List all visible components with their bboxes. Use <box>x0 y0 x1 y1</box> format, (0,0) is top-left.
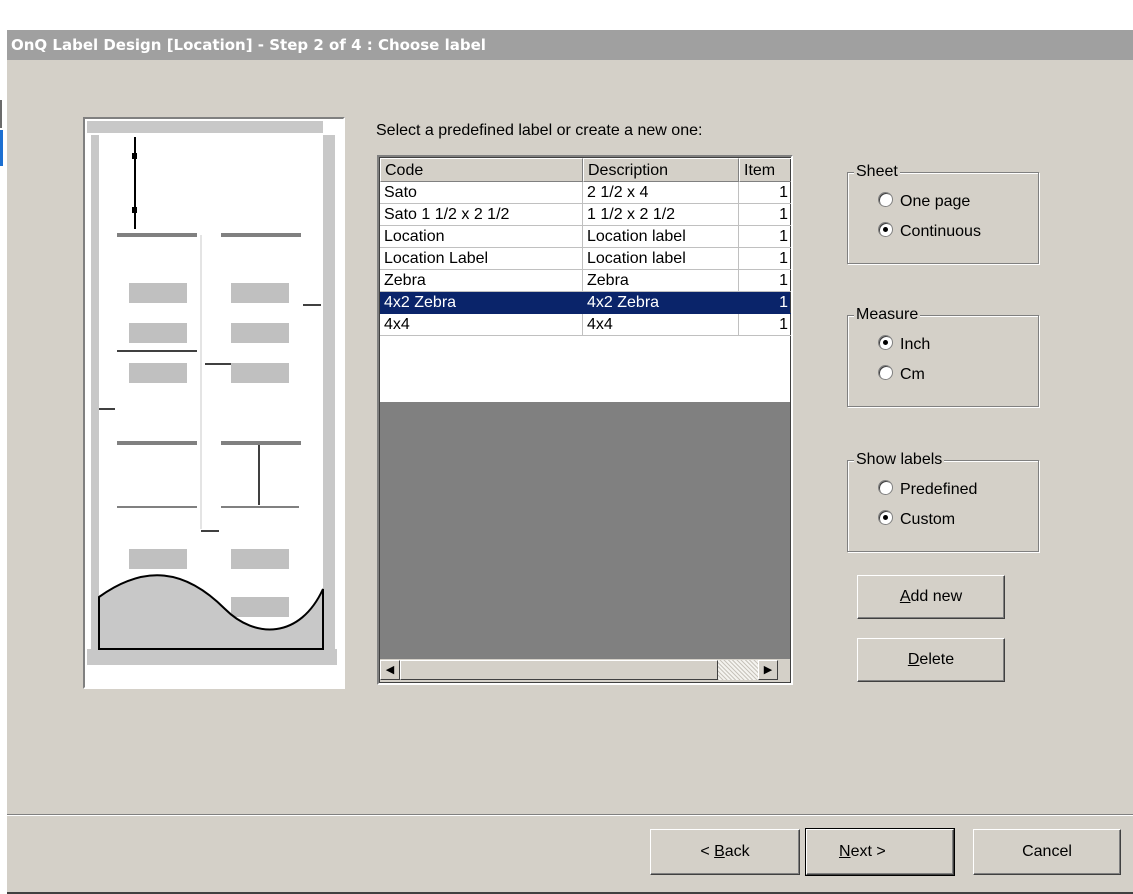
back-button[interactable]: < Back <box>650 829 800 875</box>
table-row[interactable]: Location Label Location label 1 <box>380 248 791 270</box>
radio-button-icon[interactable] <box>878 192 893 207</box>
labels-list[interactable]: Code Description Item Sato 2 1/2 x 4 1 S… <box>377 155 793 685</box>
label-preview-drawing <box>85 119 343 687</box>
cell-item: 1 <box>739 270 791 292</box>
cell-item: 1 <box>739 226 791 248</box>
label-layout-preview <box>83 117 345 689</box>
show-labels-legend: Show labels <box>854 450 945 470</box>
cell-item: 1 <box>739 204 791 226</box>
table-row[interactable]: 4x4 4x4 1 <box>380 314 791 336</box>
cell-item: 1 <box>739 182 791 204</box>
radio-continuous[interactable]: Continuous <box>878 221 981 243</box>
radio-button-selected-icon[interactable] <box>878 510 893 525</box>
cell-code: Sato <box>380 182 583 204</box>
cell-item: 1 <box>739 292 791 314</box>
cell-description: 2 1/2 x 4 <box>583 182 739 204</box>
column-header-code[interactable]: Code <box>380 158 583 182</box>
cell-description: 4x4 <box>583 314 739 336</box>
column-header-description[interactable]: Description <box>583 158 739 182</box>
measure-group: Measure Inch Cm <box>847 305 1039 407</box>
scroll-left-arrow-icon[interactable]: ◀ <box>380 660 400 680</box>
measure-legend: Measure <box>854 305 921 325</box>
next-button[interactable]: Next > <box>805 828 955 876</box>
cell-code: 4x4 <box>380 314 583 336</box>
cancel-button[interactable]: Cancel <box>973 829 1121 875</box>
radio-inch[interactable]: Inch <box>878 334 930 356</box>
cell-code: Zebra <box>380 270 583 292</box>
radio-cm[interactable]: Cm <box>878 364 925 386</box>
show-labels-group: Show labels Predefined Custom <box>847 450 1039 552</box>
cell-item: 1 <box>739 248 791 270</box>
cell-description: Zebra <box>583 270 739 292</box>
radio-button-selected-icon[interactable] <box>878 222 893 237</box>
cell-code: Location Label <box>380 248 583 270</box>
sheet-legend: Sheet <box>854 162 900 182</box>
cell-code: 4x2 Zebra <box>380 292 583 314</box>
cell-code: Sato 1 1/2 x 2 1/2 <box>380 204 583 226</box>
list-header: Code Description Item <box>380 158 791 182</box>
scroll-track[interactable] <box>718 660 758 680</box>
add-new-button[interactable]: Add new <box>857 575 1005 619</box>
title-bar[interactable]: OnQ Label Design [Location] - Step 2 of … <box>7 30 1133 60</box>
column-header-item[interactable]: Item <box>739 158 791 182</box>
radio-custom[interactable]: Custom <box>878 509 955 531</box>
footer-divider <box>7 814 1133 816</box>
prompt-text: Select a predefined label or create a ne… <box>376 122 703 139</box>
table-row-selected[interactable]: 4x2 Zebra 4x2 Zebra 1 <box>380 292 791 314</box>
delete-button[interactable]: Delete <box>857 638 1005 682</box>
radio-predefined[interactable]: Predefined <box>878 479 977 501</box>
list-body: Sato 2 1/2 x 4 1 Sato 1 1/2 x 2 1/2 1 1/… <box>380 182 791 402</box>
table-row[interactable]: Location Location label 1 <box>380 226 791 248</box>
radio-one-page[interactable]: One page <box>878 191 970 213</box>
radio-button-icon[interactable] <box>878 365 893 380</box>
background-window-strip <box>0 60 7 894</box>
table-row[interactable]: Sato 1 1/2 x 2 1/2 1 1/2 x 2 1/2 1 <box>380 204 791 226</box>
table-row[interactable]: Sato 2 1/2 x 4 1 <box>380 182 791 204</box>
cell-description: Location label <box>583 226 739 248</box>
table-row[interactable]: Zebra Zebra 1 <box>380 270 791 292</box>
cell-code: Location <box>380 226 583 248</box>
scroll-thumb[interactable] <box>400 660 718 680</box>
cell-item: 1 <box>739 314 791 336</box>
dialog-window: OnQ Label Design [Location] - Step 2 of … <box>7 30 1133 894</box>
scroll-right-arrow-icon[interactable]: ▶ <box>758 660 778 680</box>
cell-description: 1 1/2 x 2 1/2 <box>583 204 739 226</box>
sheet-group: Sheet One page Continuous <box>847 162 1039 264</box>
horizontal-scrollbar[interactable]: ◀ ▶ <box>380 659 790 682</box>
radio-button-icon[interactable] <box>878 480 893 495</box>
cell-description: 4x2 Zebra <box>583 292 739 314</box>
cell-description: Location label <box>583 248 739 270</box>
radio-button-selected-icon[interactable] <box>878 335 893 350</box>
